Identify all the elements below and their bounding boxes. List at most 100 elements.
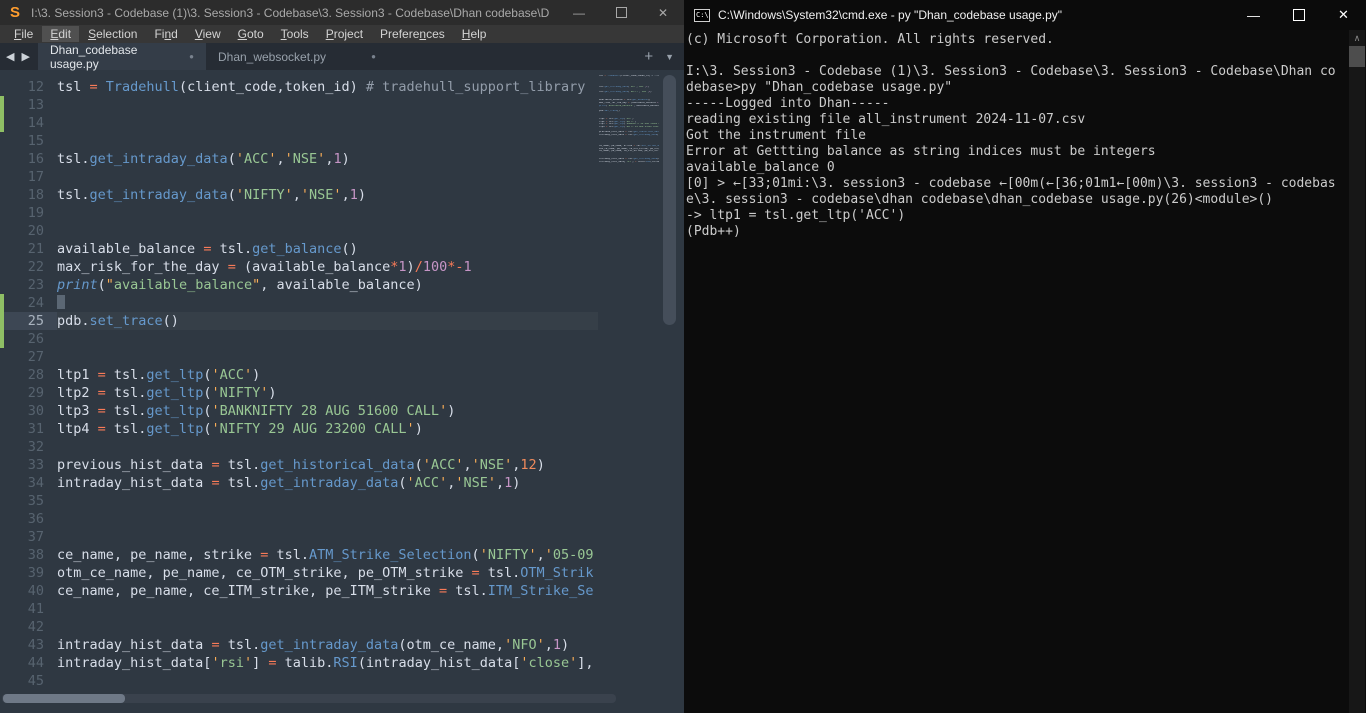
code-line-14[interactable]: 14 <box>0 114 598 132</box>
code-line-22[interactable]: 22 max_risk_for_the_day = (available_bala… <box>0 258 598 276</box>
code-text: ce_name, pe_name, strike = tsl.ATM_Strik… <box>57 547 594 563</box>
code-line-25[interactable]: 25 pdb.set_trace() <box>0 312 598 330</box>
tab-dhan-codebase-usage-py[interactable]: Dhan_codebase usage.py ● <box>37 43 206 71</box>
terminal-scrollbar[interactable]: ∧ <box>1349 30 1365 713</box>
code-editor[interactable]: 12 tsl = Tradehull(client_code,token_id) … <box>0 70 684 713</box>
menu-item-find[interactable]: Find <box>146 26 185 42</box>
code-line-35[interactable]: 35 <box>0 492 598 510</box>
terminal-close-button[interactable]: ✕ <box>1321 0 1366 30</box>
code-text: print("available_balance", available_bal… <box>57 277 423 293</box>
code-line-20[interactable]: 20 <box>0 222 598 240</box>
code-line-44[interactable]: 44 intraday_hist_data['rsi'] = talib.RSI(… <box>0 654 598 672</box>
code-text: ce_name, pe_name, ce_ITM_strike, pe_ITM_… <box>57 583 594 599</box>
code-line-39[interactable]: 39 otm_ce_name, pe_name, ce_OTM_strike, p… <box>0 564 598 582</box>
code-line-26[interactable]: 26 <box>0 330 598 348</box>
code-line-16[interactable]: 16 tsl.get_intraday_data('ACC','NSE',1) <box>0 150 598 168</box>
terminal-minimize-button[interactable]: — <box>1231 0 1276 30</box>
code-line-37[interactable]: 37 <box>0 528 598 546</box>
code-line-36[interactable]: 36 <box>0 510 598 528</box>
minimap-line: intraday_hist_data['rsi'] = talib.RSI(in… <box>599 161 659 163</box>
minimap[interactable]: tsl = Tradehull(client_code,token_id) # … <box>599 75 659 695</box>
code-line-24[interactable]: 24 <box>0 294 598 312</box>
terminal-titlebar: C:\ C:\Windows\System32\cmd.exe - py "Dh… <box>684 0 1366 30</box>
code-line-30[interactable]: 30 ltp3 = tsl.get_ltp('BANKNIFTY 28 AUG 5… <box>0 402 598 420</box>
tab-dhan-websocket-py[interactable]: Dhan_websocket.py ● <box>206 43 388 70</box>
code-line-42[interactable]: 42 <box>0 618 598 636</box>
code-line-38[interactable]: 38 ce_name, pe_name, strike = tsl.ATM_Str… <box>0 546 598 564</box>
menu-item-selection[interactable]: Selection <box>80 26 145 42</box>
line-number: 33 <box>27 457 44 473</box>
code-text: max_risk_for_the_day = (available_balanc… <box>57 259 472 275</box>
code-line-34[interactable]: 34 intraday_hist_data = tsl.get_intraday_… <box>0 474 598 492</box>
menu-item-project[interactable]: Project <box>318 26 371 42</box>
code-line-12[interactable]: 12 tsl = Tradehull(client_code,token_id) … <box>0 78 598 96</box>
terminal-window-title: C:\Windows\System32\cmd.exe - py "Dhan_c… <box>718 8 1063 22</box>
code-text: ltp1 = tsl.get_ltp('ACC') <box>57 367 261 383</box>
code-line-40[interactable]: 40 ce_name, pe_name, ce_ITM_strike, pe_IT… <box>0 582 598 600</box>
code-line-27[interactable]: 27 <box>0 348 598 366</box>
maximize-button[interactable] <box>600 0 642 25</box>
code-line-45[interactable]: 45 <box>0 672 598 690</box>
terminal-maximize-button[interactable] <box>1276 0 1321 30</box>
line-number: 23 <box>27 277 44 293</box>
tab-overflow-icon[interactable]: ▼ <box>665 52 674 62</box>
code-line-21[interactable]: 21 available_balance = tsl.get_balance() <box>0 240 598 258</box>
terminal-line: reading existing file all_instrument 202… <box>686 112 1086 127</box>
code-line-43[interactable]: 43 intraday_hist_data = tsl.get_intraday_… <box>0 636 598 654</box>
minimap-line: intraday_hist_data = tsl.get_intraday_da… <box>599 134 659 137</box>
code-text: otm_ce_name, pe_name, ce_OTM_strike, pe_… <box>57 565 594 581</box>
code-line-17[interactable]: 17 <box>0 168 598 186</box>
menu-item-tools[interactable]: Tools <box>273 26 317 42</box>
terminal-scrollbar-thumb[interactable] <box>1349 46 1365 67</box>
tab-nav-arrows[interactable]: ◀ ▶ <box>0 43 38 70</box>
minimap-line: tsl.get_intraday_data('NIFTY','NSE',1) <box>599 91 652 94</box>
scroll-up-arrow-icon[interactable]: ∧ <box>1349 30 1365 46</box>
code-line-29[interactable]: 29 ltp2 = tsl.get_ltp('NIFTY') <box>0 384 598 402</box>
terminal-output[interactable]: (c) Microsoft Corporation. All rights re… <box>686 32 1348 713</box>
code-line-15[interactable]: 15 <box>0 132 598 150</box>
code-line-23[interactable]: 23 print("available_balance", available_b… <box>0 276 598 294</box>
menu-item-view[interactable]: View <box>187 26 229 42</box>
menu-item-edit[interactable]: Edit <box>42 26 80 42</box>
editor-window-controls: — ✕ <box>558 0 684 25</box>
code-text: pdb.set_trace() <box>57 313 179 329</box>
code-line-31[interactable]: 31 ltp4 = tsl.get_ltp('NIFTY 29 AUG 23200… <box>0 420 598 438</box>
minimap-line: ltp4 = tsl.get_ltp('NIFTY 29 AUG 23200 C… <box>599 126 659 129</box>
terminal-line: -> ltp1 = tsl.get_ltp('ACC') <box>686 208 906 223</box>
minimap-line: tsl = Tradehull(client_code,token_id) # … <box>599 75 659 77</box>
code-line-19[interactable]: 19 <box>0 204 598 222</box>
code-text: previous_hist_data = tsl.get_historical_… <box>57 457 545 473</box>
line-number: 42 <box>27 619 44 635</box>
close-button[interactable]: ✕ <box>642 0 684 25</box>
code-line-41[interactable]: 41 <box>0 600 598 618</box>
menu-item-goto[interactable]: Goto <box>230 26 272 42</box>
code-line-18[interactable]: 18 tsl.get_intraday_data('NIFTY','NSE',1) <box>0 186 598 204</box>
line-number: 44 <box>27 655 44 671</box>
line-number: 35 <box>27 493 44 509</box>
line-number: 40 <box>27 583 44 599</box>
code-line-28[interactable]: 28 ltp1 = tsl.get_ltp('ACC') <box>0 366 598 384</box>
minimize-button[interactable]: — <box>558 0 600 25</box>
terminal-line: e\3. session3 - codebase\dhan codebase\d… <box>686 192 1273 207</box>
vertical-scrollbar-thumb[interactable] <box>663 75 676 325</box>
horizontal-scrollbar-thumb[interactable] <box>3 694 125 703</box>
menu-item-preferences[interactable]: Preferences <box>372 26 453 42</box>
code-line-33[interactable]: 33 previous_hist_data = tsl.get_historica… <box>0 456 598 474</box>
line-number: 30 <box>27 403 44 419</box>
horizontal-scrollbar[interactable] <box>2 694 616 703</box>
code-line-32[interactable]: 32 <box>0 438 598 456</box>
sublime-logo-icon: S <box>9 3 20 21</box>
code-text: tsl.get_intraday_data('ACC','NSE',1) <box>57 151 350 167</box>
line-number: 43 <box>27 637 44 653</box>
new-tab-icon[interactable]: + <box>644 48 653 65</box>
code-line-13[interactable]: 13 <box>0 96 598 114</box>
menu-item-help[interactable]: Help <box>454 26 495 42</box>
line-number: 25 <box>4 312 57 330</box>
menu-item-file[interactable]: File <box>6 26 41 42</box>
